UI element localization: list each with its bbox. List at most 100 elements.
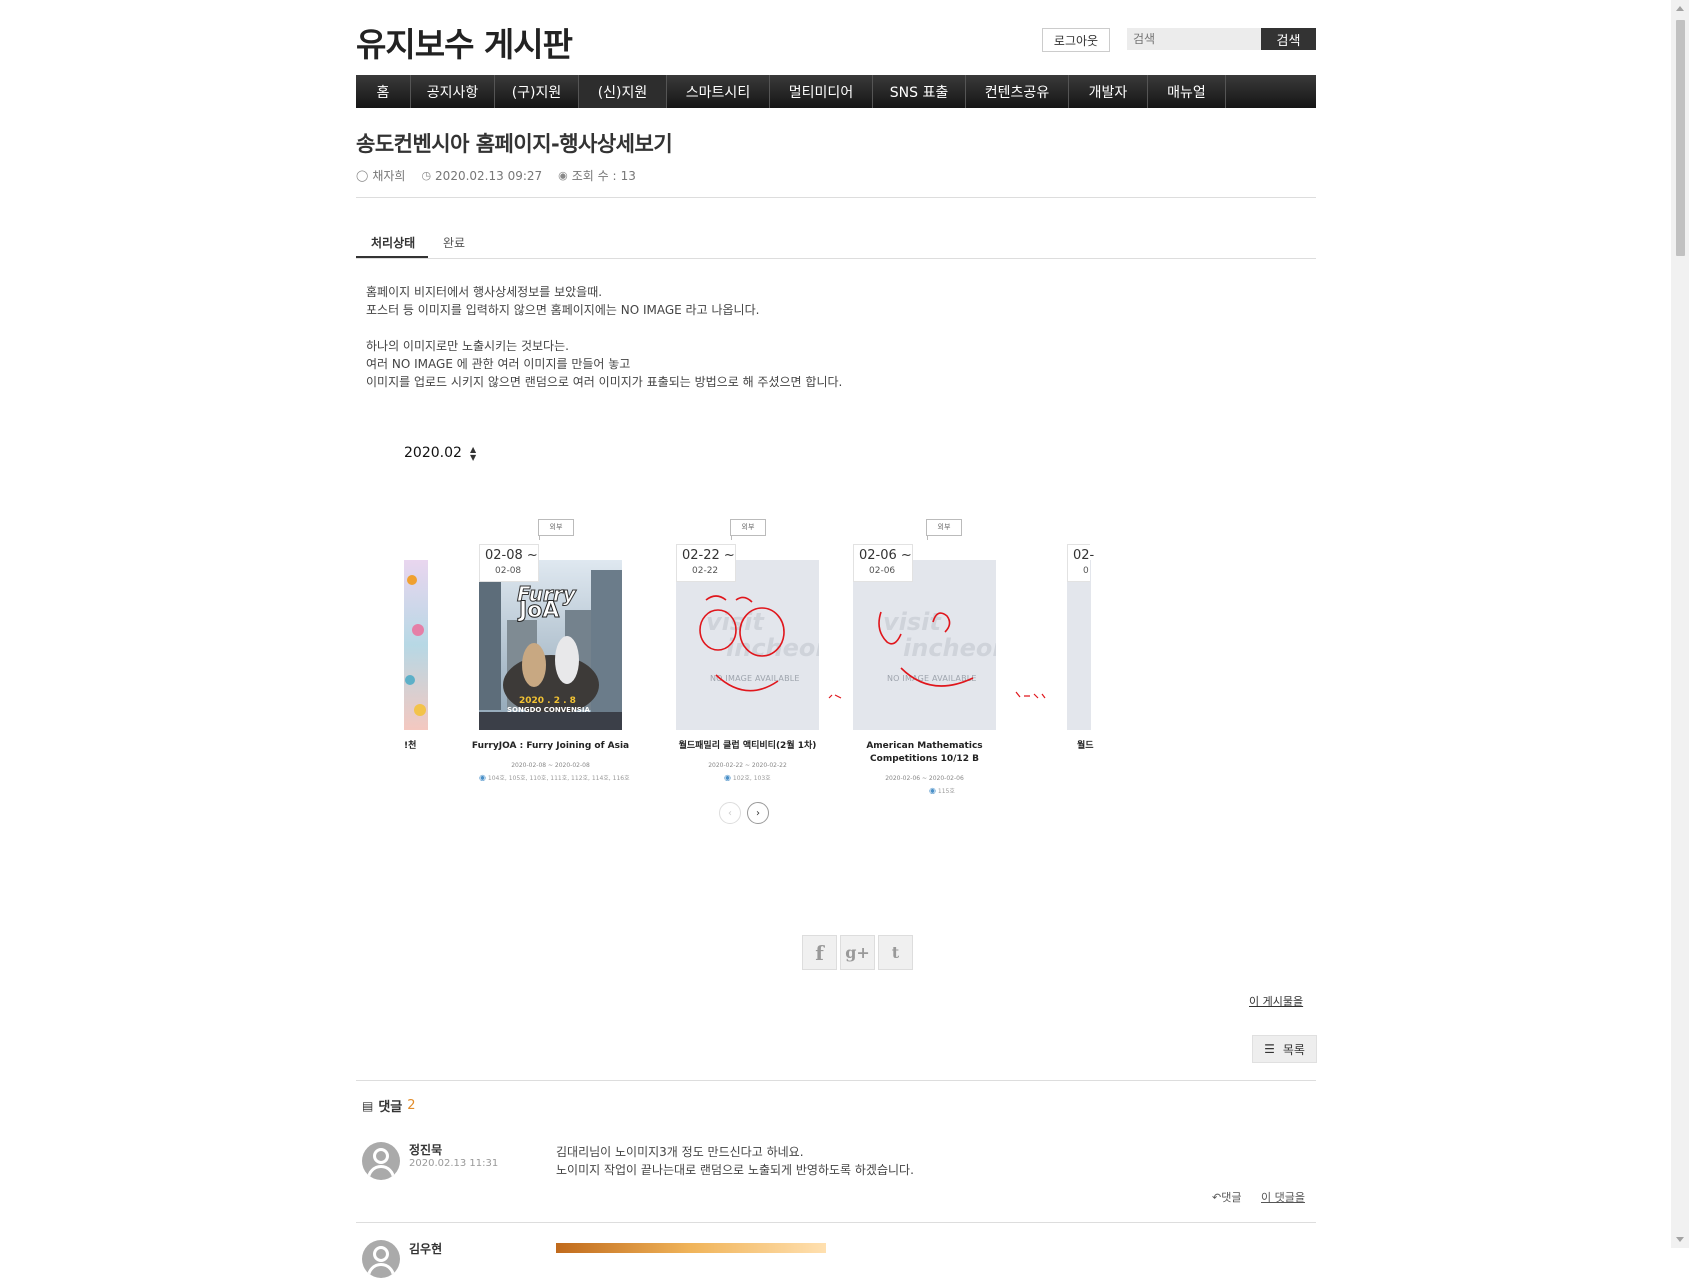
body-line: 하나의 이미지로만 노출시키는 것보다는. (366, 339, 569, 353)
facebook-share-button[interactable]: f (802, 935, 837, 970)
event-tag: 외부 (730, 519, 766, 540)
location-pin-icon: ◉ (479, 773, 486, 782)
post-datetime: 2020.02.13 09:27 (435, 168, 543, 183)
carousel-next-button[interactable]: › (747, 802, 769, 824)
comment-reply-button[interactable]: ↶댓글 (1212, 1189, 1241, 1205)
event-date-start: 02-22 ~ (682, 548, 735, 563)
status-value: 완료 (443, 236, 466, 250)
divider (356, 1080, 1316, 1081)
event-date-start: 02- (1073, 548, 1095, 563)
body-line: 홈페이지 비지터에서 행사상세정보를 보았을때. (366, 285, 603, 299)
comment-author[interactable]: 정진묵 (409, 1141, 442, 1158)
comment-menu[interactable]: 이 댓글을 (1261, 1189, 1305, 1205)
no-image-placeholder: visit incheon NO IMAGE AVAILABLE (676, 560, 819, 730)
nav-item-home[interactable]: 홈 (356, 75, 411, 108)
comment-line: 김대리님이 노이미지3개 정도 만드신다고 하네요. (556, 1145, 804, 1159)
site-title[interactable]: 유지보수 게시판 (356, 18, 573, 66)
event-period: 2020-02-22 ~ 2020-02-22 (708, 762, 787, 769)
red-annotation-mark (828, 694, 842, 699)
event-place-text: 115호 (937, 788, 955, 795)
views-count: 13 (620, 168, 636, 183)
share-buttons: f g+ t (802, 935, 913, 970)
scroll-up-icon[interactable] (1676, 6, 1684, 11)
no-image-placeholder-partial (1067, 560, 1091, 730)
chevron-left-icon: ‹ (728, 807, 732, 819)
this-post-menu[interactable]: 이 게시물을 (1249, 993, 1303, 1009)
reply-label: 댓글 (1221, 1191, 1242, 1204)
month-switch-icon[interactable]: ▲ ▼ (470, 446, 476, 462)
nav-item-old-support[interactable]: (구)지원 (495, 75, 579, 108)
list-button[interactable]: ☰ 목록 (1252, 1035, 1317, 1063)
comment-text: 김대리님이 노이미지3개 정도 만드신다고 하네요. 노이미지 작업이 끝나는대… (556, 1143, 914, 1179)
event-place: ◉ 115호 (929, 786, 1089, 795)
avatar (362, 1240, 400, 1278)
event-place-text: 104호, 105호, 110호, 111호, 112호, 114호, 116호 (487, 775, 630, 782)
nav-item-manual[interactable]: 매뉴얼 (1148, 75, 1226, 108)
nav-item-smartcity[interactable]: 스마트시티 (667, 75, 770, 108)
red-annotation-face (699, 595, 785, 692)
event-date-start: 02-06 ~ (859, 548, 912, 563)
event-tag: 외부 (538, 519, 574, 540)
nav-item-notice[interactable]: 공지사항 (411, 75, 495, 108)
event-poster: Furry JoA 2020 . 2 . 8 SONGDO CONVENSIA (479, 560, 622, 730)
status-underline (356, 256, 428, 258)
status-label: 처리상태 (371, 236, 416, 250)
reply-icon: ↶ (1212, 1191, 1222, 1204)
comment-line: 노이미지 작업이 끝나는대로 랜덤으로 노출되게 반영하도록 하겠습니다. (556, 1163, 914, 1177)
views-label: 조회 수 : (571, 169, 617, 183)
list-icon: ☰ (1264, 1042, 1275, 1056)
poster-date: 2020 . 2 . 8 (519, 696, 576, 706)
scroll-down-icon[interactable] (1676, 1237, 1684, 1242)
search-button[interactable]: 검색 (1261, 28, 1316, 50)
twitter-share-button[interactable]: t (878, 935, 913, 970)
location-pin-icon: ◉ (724, 773, 731, 782)
googleplus-share-button[interactable]: g+ (840, 935, 875, 970)
logout-button[interactable]: 로그아웃 (1042, 28, 1110, 52)
event-date-end: 02-06 (869, 566, 896, 576)
red-annotation-mark (1015, 691, 1046, 699)
event-date-end: 02-22 (692, 566, 719, 576)
list-label: 목록 (1282, 1042, 1305, 1057)
carousel-prev-button[interactable]: ‹ (719, 802, 741, 824)
comments-count: 2 (407, 1098, 416, 1113)
user-icon: ◯ (356, 169, 369, 182)
event-date-box: 02-06 ~ 02-06 (853, 544, 913, 582)
red-annotation-face (878, 611, 974, 687)
eye-icon: ◉ (558, 169, 568, 182)
avatar (362, 1142, 400, 1180)
nav-item-new-support[interactable]: (신)지원 (579, 75, 667, 108)
vertical-scrollbar[interactable] (1671, 0, 1689, 1248)
nav-item-developer[interactable]: 개발자 (1069, 75, 1148, 108)
comment-icon: ▤ (362, 1098, 374, 1113)
comment-image (556, 1243, 826, 1253)
event-date-end: 0 (1083, 566, 1089, 576)
nav-item-sns[interactable]: SNS 표출 (873, 75, 966, 108)
event-date-box: 02- 0 (1067, 544, 1094, 582)
post-body: 홈페이지 비지터에서 행사상세정보를 보았을때. 포스터 등 이미지를 입력하지… (366, 283, 842, 391)
event-name: 월드패밀리 클럽 액티비티(2월 1차) (678, 741, 817, 751)
body-line-blank (366, 319, 842, 337)
comment-author[interactable]: 김우현 (409, 1240, 442, 1257)
nav-item-multimedia[interactable]: 멀티미디어 (770, 75, 873, 108)
comments-title: 댓글 (378, 1100, 403, 1115)
event-period: 2020-02-08 ~ 2020-02-08 (511, 762, 590, 769)
body-line: 이미지를 업로드 시키지 않으면 랜덤으로 여러 이미지가 표출되는 방법으로 … (366, 375, 843, 389)
nav-item-contents[interactable]: 컨텐츠공유 (966, 75, 1069, 108)
poster-title: JoA (518, 598, 560, 624)
post-meta: ◯ 채자희 ◷ 2020.02.13 09:27 ◉ 조회 수 : 13 (356, 167, 636, 184)
main-nav: 홈 공지사항 (구)지원 (신)지원 스마트시티 멀티미디어 SNS 표출 컨텐… (356, 75, 1316, 108)
event-period: 2020-02-06 ~ 2020-02-06 (885, 775, 964, 782)
event-name: FurryJOA : Furry Joining of Asia (471, 741, 630, 751)
divider (356, 1222, 1316, 1223)
body-line: 포스터 등 이미지를 입력하지 않으면 홈페이지에는 NO IMAGE 라고 나… (366, 303, 760, 317)
scrollbar-thumb[interactable] (1676, 20, 1685, 256)
event-poster-partial (404, 560, 428, 730)
clock-icon: ◷ (421, 169, 432, 182)
event-place: ◉ 104호, 105호, 110호, 111호, 112호, 114호, 11… (479, 773, 639, 782)
post-title[interactable]: 송도컨벤시아 홈페이지-행사상세보기 (356, 128, 673, 158)
location-pin-icon: ◉ (929, 786, 936, 795)
post-author[interactable]: 채자희 (372, 167, 405, 184)
event-date-end: 02-08 (495, 566, 522, 576)
comment-date: 2020.02.13 11:31 (409, 1158, 499, 1169)
search-input[interactable] (1127, 28, 1261, 50)
